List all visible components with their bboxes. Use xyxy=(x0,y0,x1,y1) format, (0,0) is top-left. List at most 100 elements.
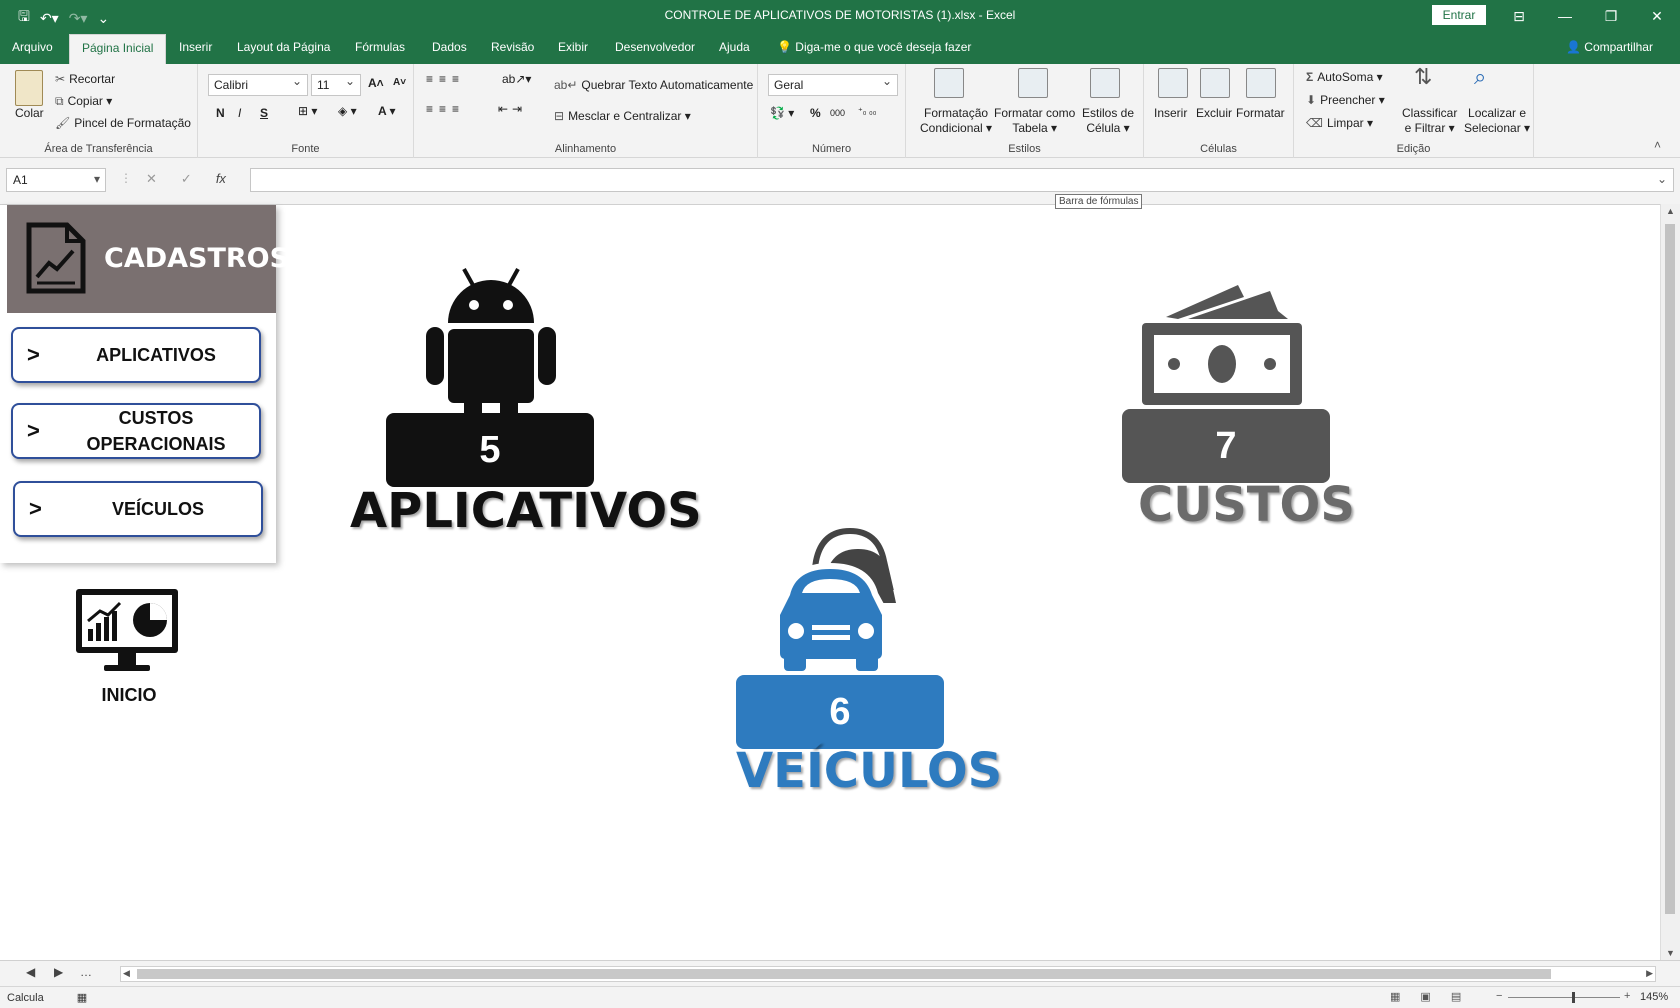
font-size-combo[interactable]: 11 xyxy=(311,74,361,96)
format-cells-icon[interactable] xyxy=(1246,68,1276,98)
copy-button[interactable]: ⧉ Copiar ▾ xyxy=(55,94,112,109)
cell-styles-button[interactable]: Estilos de Célula ▾ xyxy=(1082,106,1134,136)
accounting-icon[interactable]: 💱 ▾ xyxy=(770,106,794,120)
magnifier-icon[interactable]: ⌕ xyxy=(1474,64,1486,90)
home-button[interactable]: INICIO xyxy=(74,587,184,705)
cell-styles-icon[interactable] xyxy=(1090,68,1120,98)
fill-down-icon: ⬇ xyxy=(1306,93,1317,107)
sort-filter-icon[interactable]: ⇅ xyxy=(1414,64,1432,90)
grow-font-icon[interactable]: A˄ xyxy=(368,76,384,90)
tab-desenvolvedor[interactable]: Desenvolvedor xyxy=(615,40,695,54)
tab-formulas[interactable]: Fórmulas xyxy=(355,40,405,54)
share-button[interactable]: 👤 Compartilhar xyxy=(1566,40,1653,54)
insert-function-icon[interactable]: fx xyxy=(216,171,226,187)
zoom-in-icon[interactable]: + xyxy=(1624,990,1630,1002)
zoom-slider[interactable] xyxy=(1508,992,1620,1003)
font-name-combo[interactable]: Calibri xyxy=(208,74,308,96)
fill-button[interactable]: ⬇ Preencher ▾ xyxy=(1306,93,1385,107)
font-color-icon[interactable]: A ▾ xyxy=(378,104,396,118)
borders-icon[interactable]: ⊞ ▾ xyxy=(298,104,317,118)
conditional-format-icon[interactable] xyxy=(934,68,964,98)
close-icon[interactable]: ✕ xyxy=(1634,0,1680,32)
number-format-combo[interactable]: Geral xyxy=(768,74,898,96)
shrink-font-icon[interactable]: A˅ xyxy=(393,77,406,88)
horizontal-align-icons[interactable]: ≡≡≡ xyxy=(426,102,465,116)
format-as-table-button[interactable]: Formatar como Tabela ▾ xyxy=(994,106,1075,136)
macro-record-icon[interactable]: ▦ xyxy=(77,992,87,1004)
apps-count-box: 5 xyxy=(386,413,594,487)
thousands-icon[interactable]: 000 xyxy=(830,108,845,118)
insert-cells-button[interactable]: Inserir xyxy=(1154,106,1187,120)
tab-arquivo[interactable]: Arquivo xyxy=(12,40,53,54)
next-sheet-icon[interactable]: ▶ xyxy=(54,965,63,979)
delete-cells-button[interactable]: Excluir xyxy=(1196,106,1232,120)
zoom-out-icon[interactable]: − xyxy=(1496,990,1502,1002)
italic-button[interactable]: I xyxy=(238,106,241,120)
merge-center-button[interactable]: ⊟ Mesclar e Centralizar ▾ xyxy=(554,109,691,123)
tab-pagina-inicial[interactable]: Página Inicial xyxy=(69,34,167,64)
scroll-left-icon[interactable]: ◀ xyxy=(123,968,130,979)
cancel-icon[interactable]: ✕ xyxy=(146,171,157,187)
nav-button-veiculos[interactable]: > VEÍCULOS xyxy=(13,481,263,537)
horizontal-scrollbar[interactable]: ◀ ▶ xyxy=(120,966,1656,982)
tell-me-search[interactable]: 💡 Diga-me o que você deseja fazer xyxy=(777,40,971,54)
decimal-icons[interactable]: ⁺₀ ₀₀ xyxy=(858,106,876,117)
window-title: CONTROLE DE APLICATIVOS DE MOTORISTAS (1… xyxy=(664,8,1016,22)
vertical-scroll-thumb[interactable] xyxy=(1665,224,1675,914)
nav-button-label: APLICATIVOS xyxy=(96,345,216,365)
tab-layout[interactable]: Layout da Página xyxy=(237,40,330,54)
conditional-format-button[interactable]: Formatação Condicional ▾ xyxy=(920,106,992,136)
scroll-down-icon[interactable]: ▼ xyxy=(1666,948,1675,958)
more-sheets-icon[interactable]: … xyxy=(80,965,92,979)
page-layout-view-icon[interactable]: ▣ xyxy=(1420,990,1430,1003)
wrap-text-button[interactable]: ab↵ Quebrar Texto Automaticamente xyxy=(554,78,753,92)
scroll-right-icon[interactable]: ▶ xyxy=(1646,968,1653,979)
nav-button-aplicativos[interactable]: > APLICATIVOS xyxy=(11,327,261,383)
page-break-view-icon[interactable]: ▤ xyxy=(1451,990,1461,1003)
format-painter-button[interactable]: 🖌 Pincel de Formatação xyxy=(55,116,191,130)
zoom-level[interactable]: 145% xyxy=(1640,991,1668,1003)
tab-revisao[interactable]: Revisão xyxy=(491,40,534,54)
formula-input[interactable]: ⌄ xyxy=(250,168,1674,192)
autosum-button[interactable]: Σ AutoSoma ▾ xyxy=(1306,70,1383,84)
restore-icon[interactable]: ❐ xyxy=(1588,0,1634,32)
normal-view-icon[interactable]: ▦ xyxy=(1390,990,1400,1003)
delete-cells-icon[interactable] xyxy=(1200,68,1230,98)
signin-button[interactable]: Entrar xyxy=(1432,5,1486,25)
expand-formula-icon[interactable]: ⌄ xyxy=(1657,172,1667,186)
underline-button[interactable]: S xyxy=(260,106,268,120)
percent-icon[interactable]: % xyxy=(810,106,821,120)
sort-filter-button[interactable]: Classificar e Filtrar ▾ xyxy=(1402,106,1457,136)
fill-color-icon[interactable]: ◈ ▾ xyxy=(338,104,357,118)
vertical-align-icons[interactable]: ≡≡≡ xyxy=(426,72,465,86)
tab-inserir[interactable]: Inserir xyxy=(179,40,212,54)
bold-button[interactable]: N xyxy=(216,106,225,120)
cut-button[interactable]: ✂ Recortar xyxy=(55,72,115,86)
vertical-scrollbar[interactable]: ▲ ▼ xyxy=(1660,204,1680,960)
worksheet[interactable]: CADASTROS > APLICATIVOS > CUSTOS OPERACI… xyxy=(0,204,1660,960)
tab-exibir[interactable]: Exibir xyxy=(558,40,588,54)
scroll-up-icon[interactable]: ▲ xyxy=(1666,206,1675,216)
horizontal-scroll-thumb[interactable] xyxy=(137,969,1551,979)
paste-button[interactable]: Colar xyxy=(15,106,44,120)
insert-cells-icon[interactable] xyxy=(1158,68,1188,98)
orientation-icon[interactable]: ab↗▾ xyxy=(502,72,531,86)
tab-dados[interactable]: Dados xyxy=(432,40,467,54)
ribbon-display-icon[interactable]: ⊟ xyxy=(1496,0,1542,32)
format-cells-button[interactable]: Formatar xyxy=(1236,106,1285,120)
collapse-ribbon-icon[interactable]: ˄ xyxy=(1654,138,1661,152)
tab-ajuda[interactable]: Ajuda xyxy=(719,40,750,54)
format-as-table-icon[interactable] xyxy=(1018,68,1048,98)
paste-icon[interactable] xyxy=(15,70,43,106)
enter-icon[interactable]: ✓ xyxy=(181,171,192,187)
prev-sheet-icon[interactable]: ◀ xyxy=(26,965,35,979)
name-box[interactable]: A1 ▾ xyxy=(6,168,106,192)
status-mode: Calcula ▦ xyxy=(7,992,88,1004)
nav-button-custos[interactable]: > CUSTOS OPERACIONAIS xyxy=(11,403,261,459)
indent-icons[interactable]: ⇤⇥ xyxy=(498,102,526,116)
minimize-icon[interactable]: — xyxy=(1542,0,1588,32)
find-select-button[interactable]: Localizar e Selecionar ▾ xyxy=(1464,106,1530,136)
clear-button[interactable]: ⌫ Limpar ▾ xyxy=(1306,116,1373,130)
name-box-dropdown-icon[interactable]: ▾ xyxy=(94,172,100,186)
money-icon xyxy=(1142,285,1302,405)
